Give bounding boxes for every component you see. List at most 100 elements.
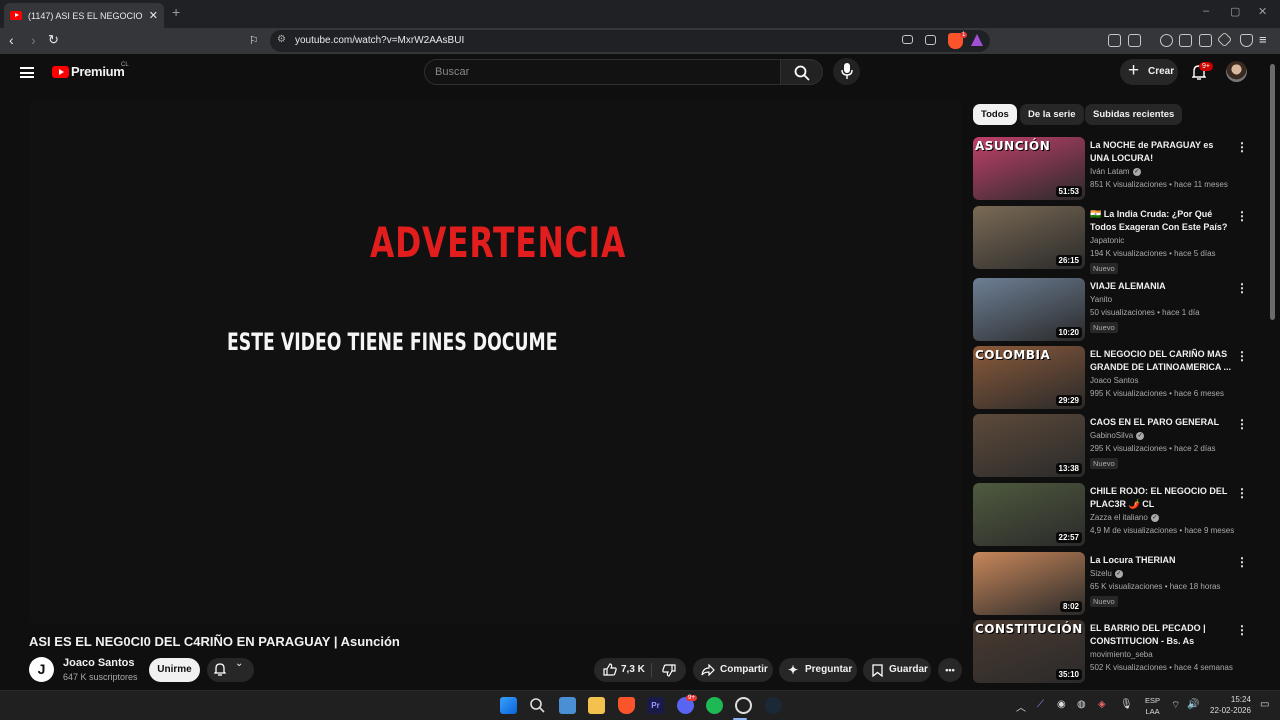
recommendation-title[interactable]: 🇮🇳 La India Cruda: ¿Por Qué Todos Exager…	[1090, 208, 1232, 234]
recommendation-item[interactable]: 22:57 CHILE ROJO: EL NEGOCIO DEL PLAC3R 🌶…	[973, 483, 1263, 547]
url-text[interactable]: youtube.com/watch?v=MxrW2AAsBUI	[295, 35, 464, 46]
recommendation-channel[interactable]: Iván Latam ✓	[1090, 167, 1141, 176]
channel-name[interactable]: Joaco Santos	[63, 657, 135, 669]
bookmark-icon[interactable]: ⚐	[249, 34, 259, 47]
sidebar-icon[interactable]	[1179, 34, 1192, 47]
recommendation-item[interactable]: 10:20 VIAJE ALEMANIA Yanito 50 visualizacio…	[973, 278, 1263, 342]
search-button[interactable]	[781, 59, 823, 85]
tray-mic-icon[interactable]: 🎙	[1120, 699, 1133, 710]
recommendation-title[interactable]: EL NEGOCIO DEL CARIÑO MAS GRANDE DE LATI…	[1090, 348, 1232, 374]
tray-overflow-icon[interactable]: ︿	[1016, 699, 1026, 714]
create-button[interactable]: Crear	[1120, 59, 1178, 85]
language-indicator[interactable]: ESP LAA	[1145, 695, 1160, 717]
wifi-icon[interactable]: ⌔	[1171, 699, 1180, 712]
more-options-icon[interactable]: ⋮	[1236, 417, 1248, 431]
video-thumbnail[interactable]: 13:38	[973, 414, 1085, 477]
recommendation-channel[interactable]: Japatonic	[1090, 236, 1124, 245]
video-thumbnail[interactable]: ASUNCIÓN 51:53	[973, 137, 1085, 200]
youtube-logo-icon[interactable]	[52, 66, 69, 78]
search-input[interactable]: Buscar	[424, 59, 781, 85]
more-options-icon[interactable]: ⋮	[1236, 209, 1248, 223]
more-options-icon[interactable]: ⋮	[1236, 623, 1248, 637]
premiere-icon[interactable]: Pr	[647, 697, 664, 714]
video-player[interactable]: ADVERTENCIA ESTE VIDEO TIENE FINES DOCUM…	[29, 100, 962, 625]
video-thumbnail[interactable]: CONSTITUCIÓN 35:10	[973, 620, 1085, 683]
subscription-bell-button[interactable]: ⌄	[207, 658, 254, 682]
back-icon[interactable]: ‹	[9, 32, 14, 48]
close-window-button[interactable]: ✕	[1258, 5, 1267, 18]
menu-hamburger-icon[interactable]	[20, 67, 34, 78]
recommendation-channel[interactable]: Yanito	[1090, 295, 1112, 304]
recommendation-channel[interactable]: Sizelu ✓	[1090, 569, 1123, 578]
recommendation-channel[interactable]: Joaco Santos	[1090, 376, 1138, 385]
system-clock[interactable]: 15:24 22-02-2026	[1210, 694, 1251, 716]
video-thumbnail[interactable]: 8:02	[973, 552, 1085, 615]
like-count[interactable]: 7,3 K	[621, 658, 645, 682]
page-scrollbar[interactable]	[1270, 64, 1275, 320]
recommendation-title[interactable]: CHILE ROJO: EL NEGOCIO DEL PLAC3R 🌶️ CL	[1090, 485, 1232, 511]
tray-app-icon[interactable]: ⟋	[1037, 699, 1044, 710]
more-options-icon[interactable]: ⋮	[1236, 555, 1248, 569]
media-icon[interactable]	[1160, 34, 1173, 47]
recommendation-title[interactable]: La Locura THERIAN	[1090, 554, 1232, 567]
reload-icon[interactable]: ↻	[48, 32, 59, 48]
spotify-icon[interactable]	[706, 697, 723, 714]
tab-close-icon[interactable]: ✕	[149, 9, 158, 22]
recommendation-channel[interactable]: movimiento_seba	[1090, 650, 1153, 659]
video-thumbnail[interactable]: 22:57	[973, 483, 1085, 546]
menu-icon[interactable]: ≡	[1259, 32, 1267, 47]
share-icon[interactable]	[925, 35, 936, 45]
rewards-icon[interactable]	[971, 34, 983, 46]
more-options-icon[interactable]: ⋮	[1236, 281, 1248, 295]
taskbar-search-icon[interactable]	[529, 697, 546, 714]
site-settings-icon[interactable]: ⚙	[277, 34, 286, 45]
recommendation-item[interactable]: 13:38 CAOS EN EL PARO GENERAL GabinoSilva ✓…	[973, 414, 1263, 478]
more-actions-button[interactable]: •••	[938, 658, 962, 682]
recommendation-channel[interactable]: GabinoSilva ✓	[1090, 431, 1145, 440]
forward-icon[interactable]: ›	[31, 32, 36, 48]
video-thumbnail[interactable]: 10:20	[973, 278, 1085, 341]
more-options-icon[interactable]: ⋮	[1236, 140, 1248, 154]
chip-de-la-serie[interactable]: De la serie	[1020, 104, 1084, 125]
ask-button[interactable]: ✦ Preguntar	[779, 658, 857, 682]
wallet-icon[interactable]	[1199, 34, 1212, 47]
volume-icon[interactable]: 🔊	[1187, 699, 1199, 710]
dislike-icon[interactable]	[662, 664, 676, 677]
more-options-icon[interactable]: ⋮	[1236, 486, 1248, 500]
share-button[interactable]: Compartir	[693, 658, 773, 682]
video-thumbnail[interactable]: 26:15	[973, 206, 1085, 269]
maximize-button[interactable]: ▢	[1230, 5, 1240, 18]
recommendation-title[interactable]: EL BARRIO DEL PECADO | CONSTITUCION - Bs…	[1090, 622, 1232, 648]
tray-steam-icon[interactable]: ◍	[1077, 699, 1086, 710]
channel-avatar[interactable]: J	[29, 657, 54, 682]
file-explorer-icon[interactable]	[588, 697, 605, 714]
tray-network-icon[interactable]: ◈	[1098, 699, 1106, 710]
recommendation-item[interactable]: 26:15 🇮🇳 La India Cruda: ¿Por Qué Todos E…	[973, 206, 1263, 274]
brand-name[interactable]: Premium	[71, 64, 125, 79]
recommendation-title[interactable]: La NOCHE de PARAGUAY es UNA LOCURA!	[1090, 139, 1232, 165]
vpn-icon[interactable]	[1240, 34, 1253, 47]
address-bar[interactable]: ⚙ youtube.com/watch?v=MxrW2AAsBUI 1	[270, 30, 990, 52]
recommendation-item[interactable]: COLOMBIA 29:29 EL NEGOCIO DEL CARIÑO MAS G…	[973, 346, 1263, 410]
tab-search-icon[interactable]	[1128, 34, 1141, 47]
obs-icon[interactable]	[735, 697, 752, 714]
tray-discord-icon[interactable]: ◉	[1057, 699, 1066, 710]
notification-center-icon[interactable]: ▭	[1260, 699, 1269, 710]
leo-ai-icon[interactable]	[1216, 31, 1233, 48]
more-options-icon[interactable]: ⋮	[1236, 349, 1248, 363]
like-icon[interactable]	[603, 663, 617, 676]
browser-tab[interactable]: (1147) ASI ES EL NEGOCIO DEL C… ✕	[4, 3, 164, 28]
join-button[interactable]: Unirme	[149, 658, 200, 682]
voice-search-button[interactable]	[833, 58, 860, 85]
recommendation-item[interactable]: 8:02 La Locura THERIAN Sizelu ✓ 65 K visuali…	[973, 552, 1263, 616]
recommendation-item[interactable]: CONSTITUCIÓN 35:10 EL BARRIO DEL PECADO | …	[973, 620, 1263, 684]
brave-browser-icon[interactable]	[618, 697, 635, 714]
recommendation-title[interactable]: CAOS EN EL PARO GENERAL	[1090, 416, 1232, 429]
recommendation-item[interactable]: ASUNCIÓN 51:53 La NOCHE de PARAGUAY es UNA…	[973, 137, 1263, 201]
chip-todos[interactable]: Todos	[973, 104, 1017, 125]
video-thumbnail[interactable]: COLOMBIA 29:29	[973, 346, 1085, 409]
recommendation-channel[interactable]: Zazza el italiano ✓	[1090, 513, 1159, 522]
new-tab-button[interactable]: +	[172, 4, 180, 20]
minimize-button[interactable]: –	[1203, 5, 1209, 17]
account-avatar[interactable]	[1226, 61, 1247, 82]
